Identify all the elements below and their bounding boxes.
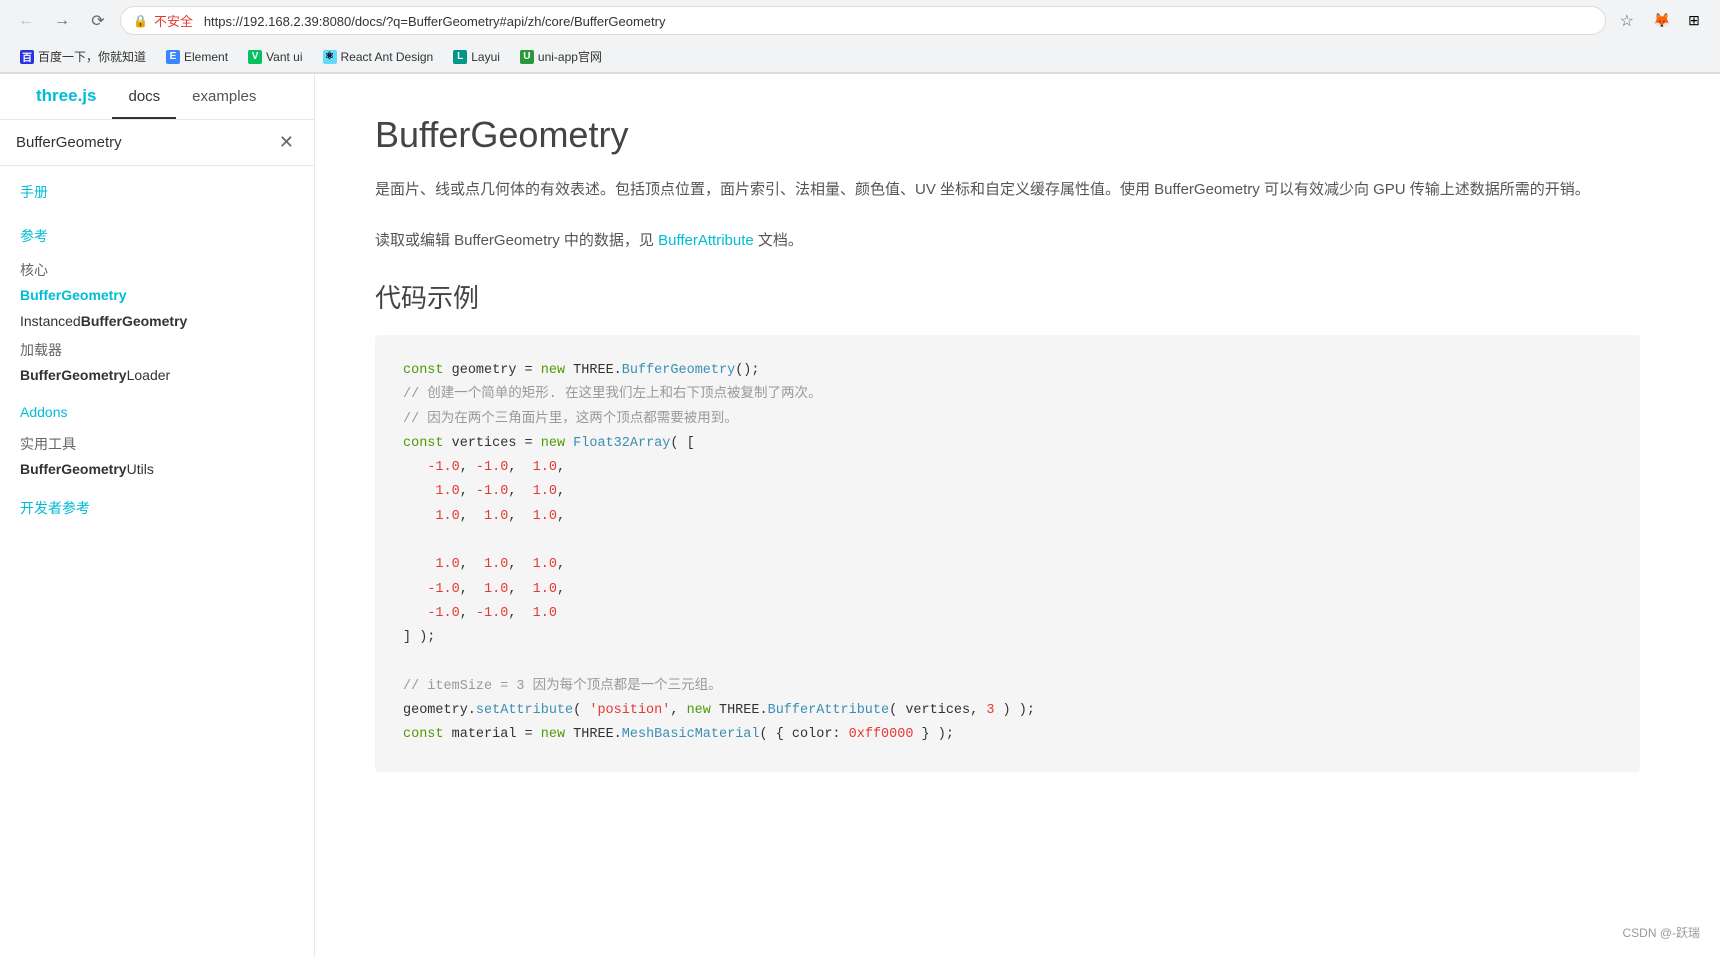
bookmark-favicon-element: E	[166, 50, 180, 64]
ext-button-2[interactable]: ⊞	[1680, 7, 1708, 35]
sidebar-manual-link[interactable]: 手册	[20, 184, 48, 200]
sidebar-utils-label: 实用工具	[0, 428, 314, 456]
sidebar-close-button[interactable]: ✕	[275, 132, 298, 153]
sidebar-section-core: 核心 BufferGeometry InstancedBufferGeometr…	[0, 254, 314, 334]
browser-chrome: ← → ⟳ 🔒 不安全 https://192.168.2.39:8080/do…	[0, 0, 1720, 74]
bookmark-baidu-label: 百度一下，你就知道	[38, 48, 146, 65]
bookmark-react[interactable]: ⚛ React Ant Design	[315, 47, 442, 67]
bookmark-react-label: React Ant Design	[341, 50, 434, 64]
buffer-attribute-link[interactable]: BufferAttribute	[658, 232, 754, 249]
sidebar-header: BufferGeometry ✕	[0, 120, 314, 166]
url-full: https://192.168.2.39:8080/docs/?q=Buffer…	[204, 14, 666, 29]
sidebar-reference-link[interactable]: 参考	[20, 228, 48, 244]
tab-docs[interactable]: docs	[112, 76, 176, 119]
page-description-2: 读取或编辑 BufferGeometry 中的数据，见 BufferAttrib…	[375, 227, 1640, 254]
bookmark-favicon-react: ⚛	[323, 50, 337, 64]
sidebar-section-addons: Addons	[0, 388, 314, 428]
csdn-watermark: CSDN @-跃瑞	[1622, 924, 1700, 941]
bookmark-baidu[interactable]: 百 百度一下，你就知道	[12, 45, 154, 68]
sidebar-section-utils: 实用工具 BufferGeometryUtils	[0, 428, 314, 482]
sidebar-core-label: 核心	[0, 254, 314, 282]
site-brand-tab[interactable]: three.js	[20, 74, 112, 120]
sidebar-buffergeometryutils-label: BufferGeometryUtils	[20, 461, 154, 477]
code-section-title: 代码示例	[375, 278, 1640, 315]
lock-icon: 🔒	[133, 14, 148, 28]
page-description-1: 是面片、线或点几何体的有效表述。包括顶点位置，面片索引、法相量、颜色值、UV 坐…	[375, 176, 1640, 203]
bookmark-vant-label: Vant ui	[266, 50, 302, 64]
forward-button[interactable]: →	[48, 7, 76, 35]
back-button[interactable]: ←	[12, 7, 40, 35]
sidebar-item-instancedbuffergeometry[interactable]: InstancedBufferGeometry	[0, 308, 314, 334]
reload-button[interactable]: ⟳	[84, 7, 112, 35]
bookmark-layui-label: Layui	[471, 50, 500, 64]
sidebar: three.js docs examples BufferGeometry ✕ …	[0, 74, 315, 957]
description2-suffix: 文档。	[754, 232, 803, 249]
bookmark-favicon-baidu: 百	[20, 50, 34, 64]
bookmark-layui[interactable]: L Layui	[445, 47, 508, 67]
url-text: 不安全 https://192.168.2.39:8080/docs/?q=Bu…	[154, 11, 1593, 30]
bookmark-button[interactable]: ☆	[1614, 9, 1640, 33]
ext-button-1[interactable]: 🦊	[1648, 7, 1676, 35]
bookmark-element[interactable]: E Element	[158, 47, 236, 67]
sidebar-section-manual: 手册	[0, 166, 314, 210]
sidebar-devref-link[interactable]: 开发者参考	[20, 500, 90, 516]
sidebar-search-title: BufferGeometry	[16, 134, 275, 151]
sidebar-buffergeometryloader-label: BufferGeometryLoader	[20, 367, 170, 383]
tab-examples[interactable]: examples	[176, 76, 272, 119]
bookmark-favicon-vant: V	[248, 50, 262, 64]
description2-prefix: 读取或编辑 BufferGeometry 中的数据，见	[375, 232, 658, 249]
bookmarks-bar: 百 百度一下，你就知道 E Element V Vant ui ⚛ React …	[0, 41, 1720, 73]
sidebar-instancedbuffergeometry-label: InstancedBufferGeometry	[20, 313, 187, 329]
bookmark-uniapp-label: uni-app官网	[538, 48, 602, 65]
page-layout: three.js docs examples BufferGeometry ✕ …	[0, 74, 1720, 957]
bookmark-element-label: Element	[184, 50, 228, 64]
sidebar-section-devref: 开发者参考	[0, 482, 314, 526]
sidebar-item-buffergeometry[interactable]: BufferGeometry	[0, 282, 314, 308]
sidebar-item-buffergeometryloader[interactable]: BufferGeometryLoader	[0, 362, 314, 388]
extension-buttons: 🦊 ⊞	[1648, 7, 1708, 35]
sidebar-addons-link[interactable]: Addons	[20, 404, 67, 420]
sidebar-buffergeometry-label: BufferGeometry	[20, 287, 127, 303]
bookmark-vant[interactable]: V Vant ui	[240, 47, 310, 67]
bookmark-favicon-layui: L	[453, 50, 467, 64]
bookmark-uniapp[interactable]: U uni-app官网	[512, 45, 610, 68]
code-block: const geometry = new THREE.BufferGeometr…	[375, 335, 1640, 772]
page-title: BufferGeometry	[375, 114, 1640, 156]
address-bar[interactable]: 🔒 不安全 https://192.168.2.39:8080/docs/?q=…	[120, 6, 1606, 35]
sidebar-loaders-label: 加载器	[0, 334, 314, 362]
site-tabs: three.js docs examples	[0, 74, 314, 120]
sidebar-item-buffergeometryutils[interactable]: BufferGeometryUtils	[0, 456, 314, 482]
browser-toolbar: ← → ⟳ 🔒 不安全 https://192.168.2.39:8080/do…	[0, 0, 1720, 41]
url-https: 不安全	[154, 14, 193, 29]
bookmark-favicon-uniapp: U	[520, 50, 534, 64]
sidebar-section-reference: 参考	[0, 210, 314, 254]
sidebar-section-loaders: 加载器 BufferGeometryLoader	[0, 334, 314, 388]
main-content: BufferGeometry 是面片、线或点几何体的有效表述。包括顶点位置，面片…	[315, 74, 1720, 957]
